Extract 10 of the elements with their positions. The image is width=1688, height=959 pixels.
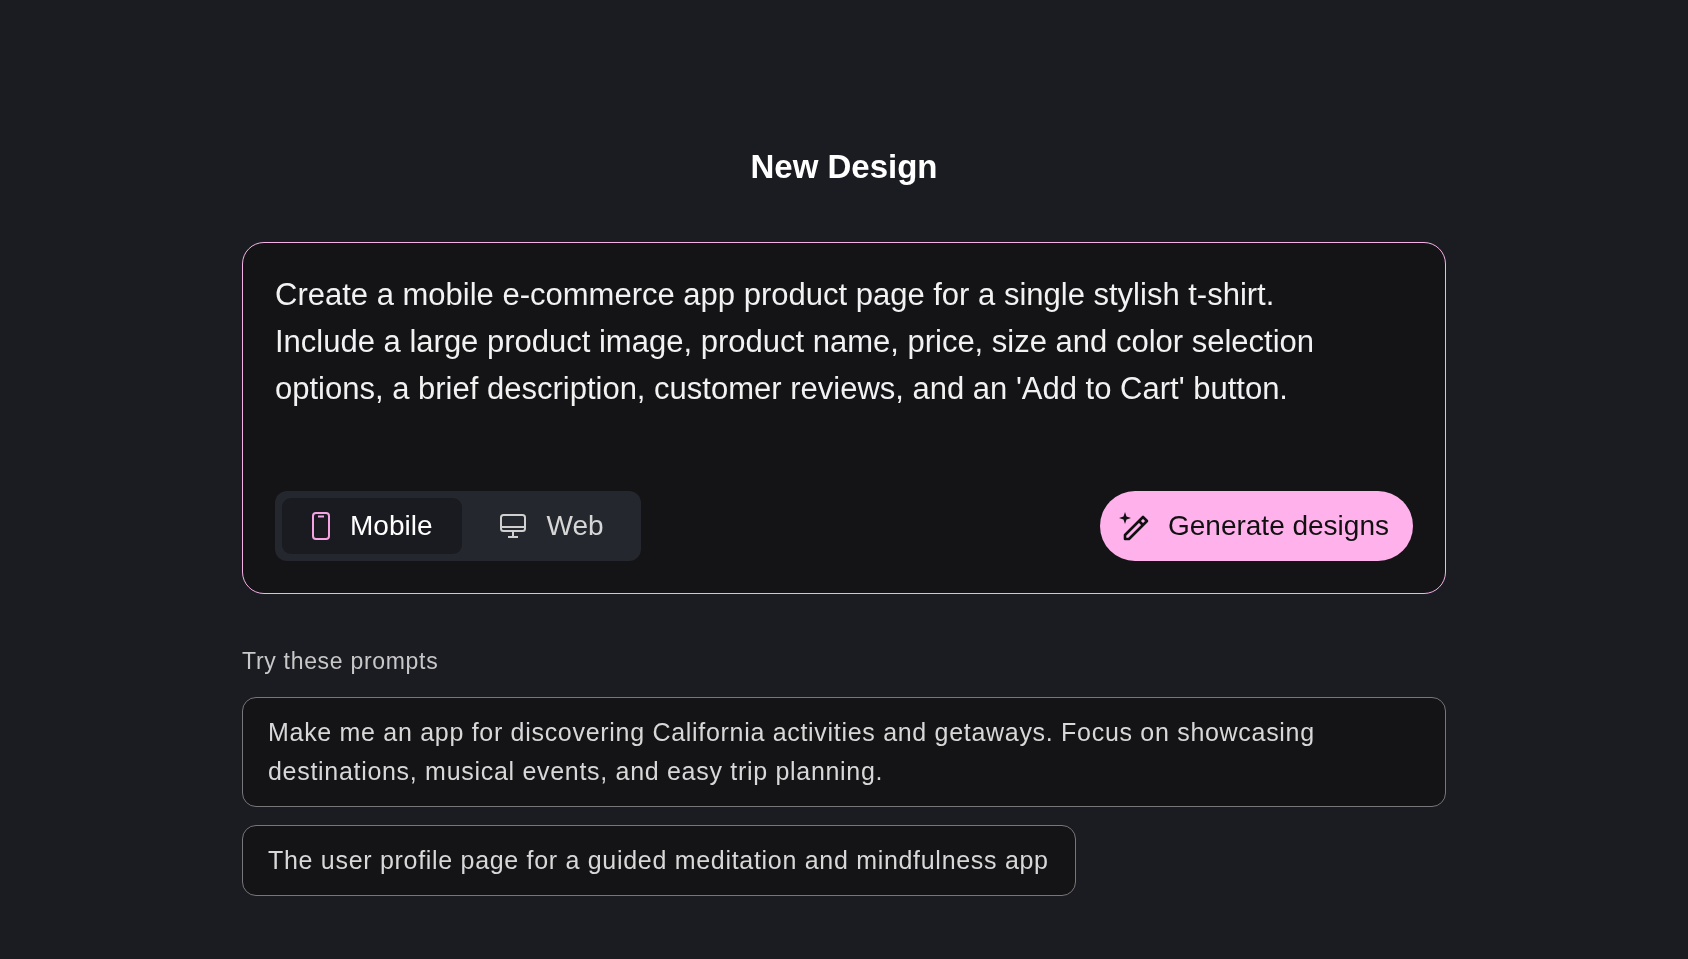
page-title: New Design	[750, 148, 938, 186]
phone-icon	[312, 512, 330, 540]
prompt-suggestion[interactable]: The user profile page for a guided meditation and mindfulness app	[242, 825, 1076, 896]
prompt-field[interactable]: Create a mobile e-commerce app product page for a single stylish t-shirt. Include a large product image, product name, price, size and color selection options, a brief description, customer reviews, and an 'Add to Cart' button. Mobile Web Generate designs	[242, 242, 1446, 594]
monitor-icon	[500, 514, 527, 538]
generate-button[interactable]: Generate designs	[1099, 491, 1413, 561]
platform-tab[interactable]: Web	[470, 498, 634, 554]
prompt-suggestion[interactable]: Make me an app for discovering California activities and getaways. Focus on showcasing destinations, musical events, and easy trip planning.	[242, 697, 1446, 807]
section-heading: Try these prompts	[242, 648, 439, 675]
platform-tab[interactable]: Mobile	[282, 498, 463, 554]
